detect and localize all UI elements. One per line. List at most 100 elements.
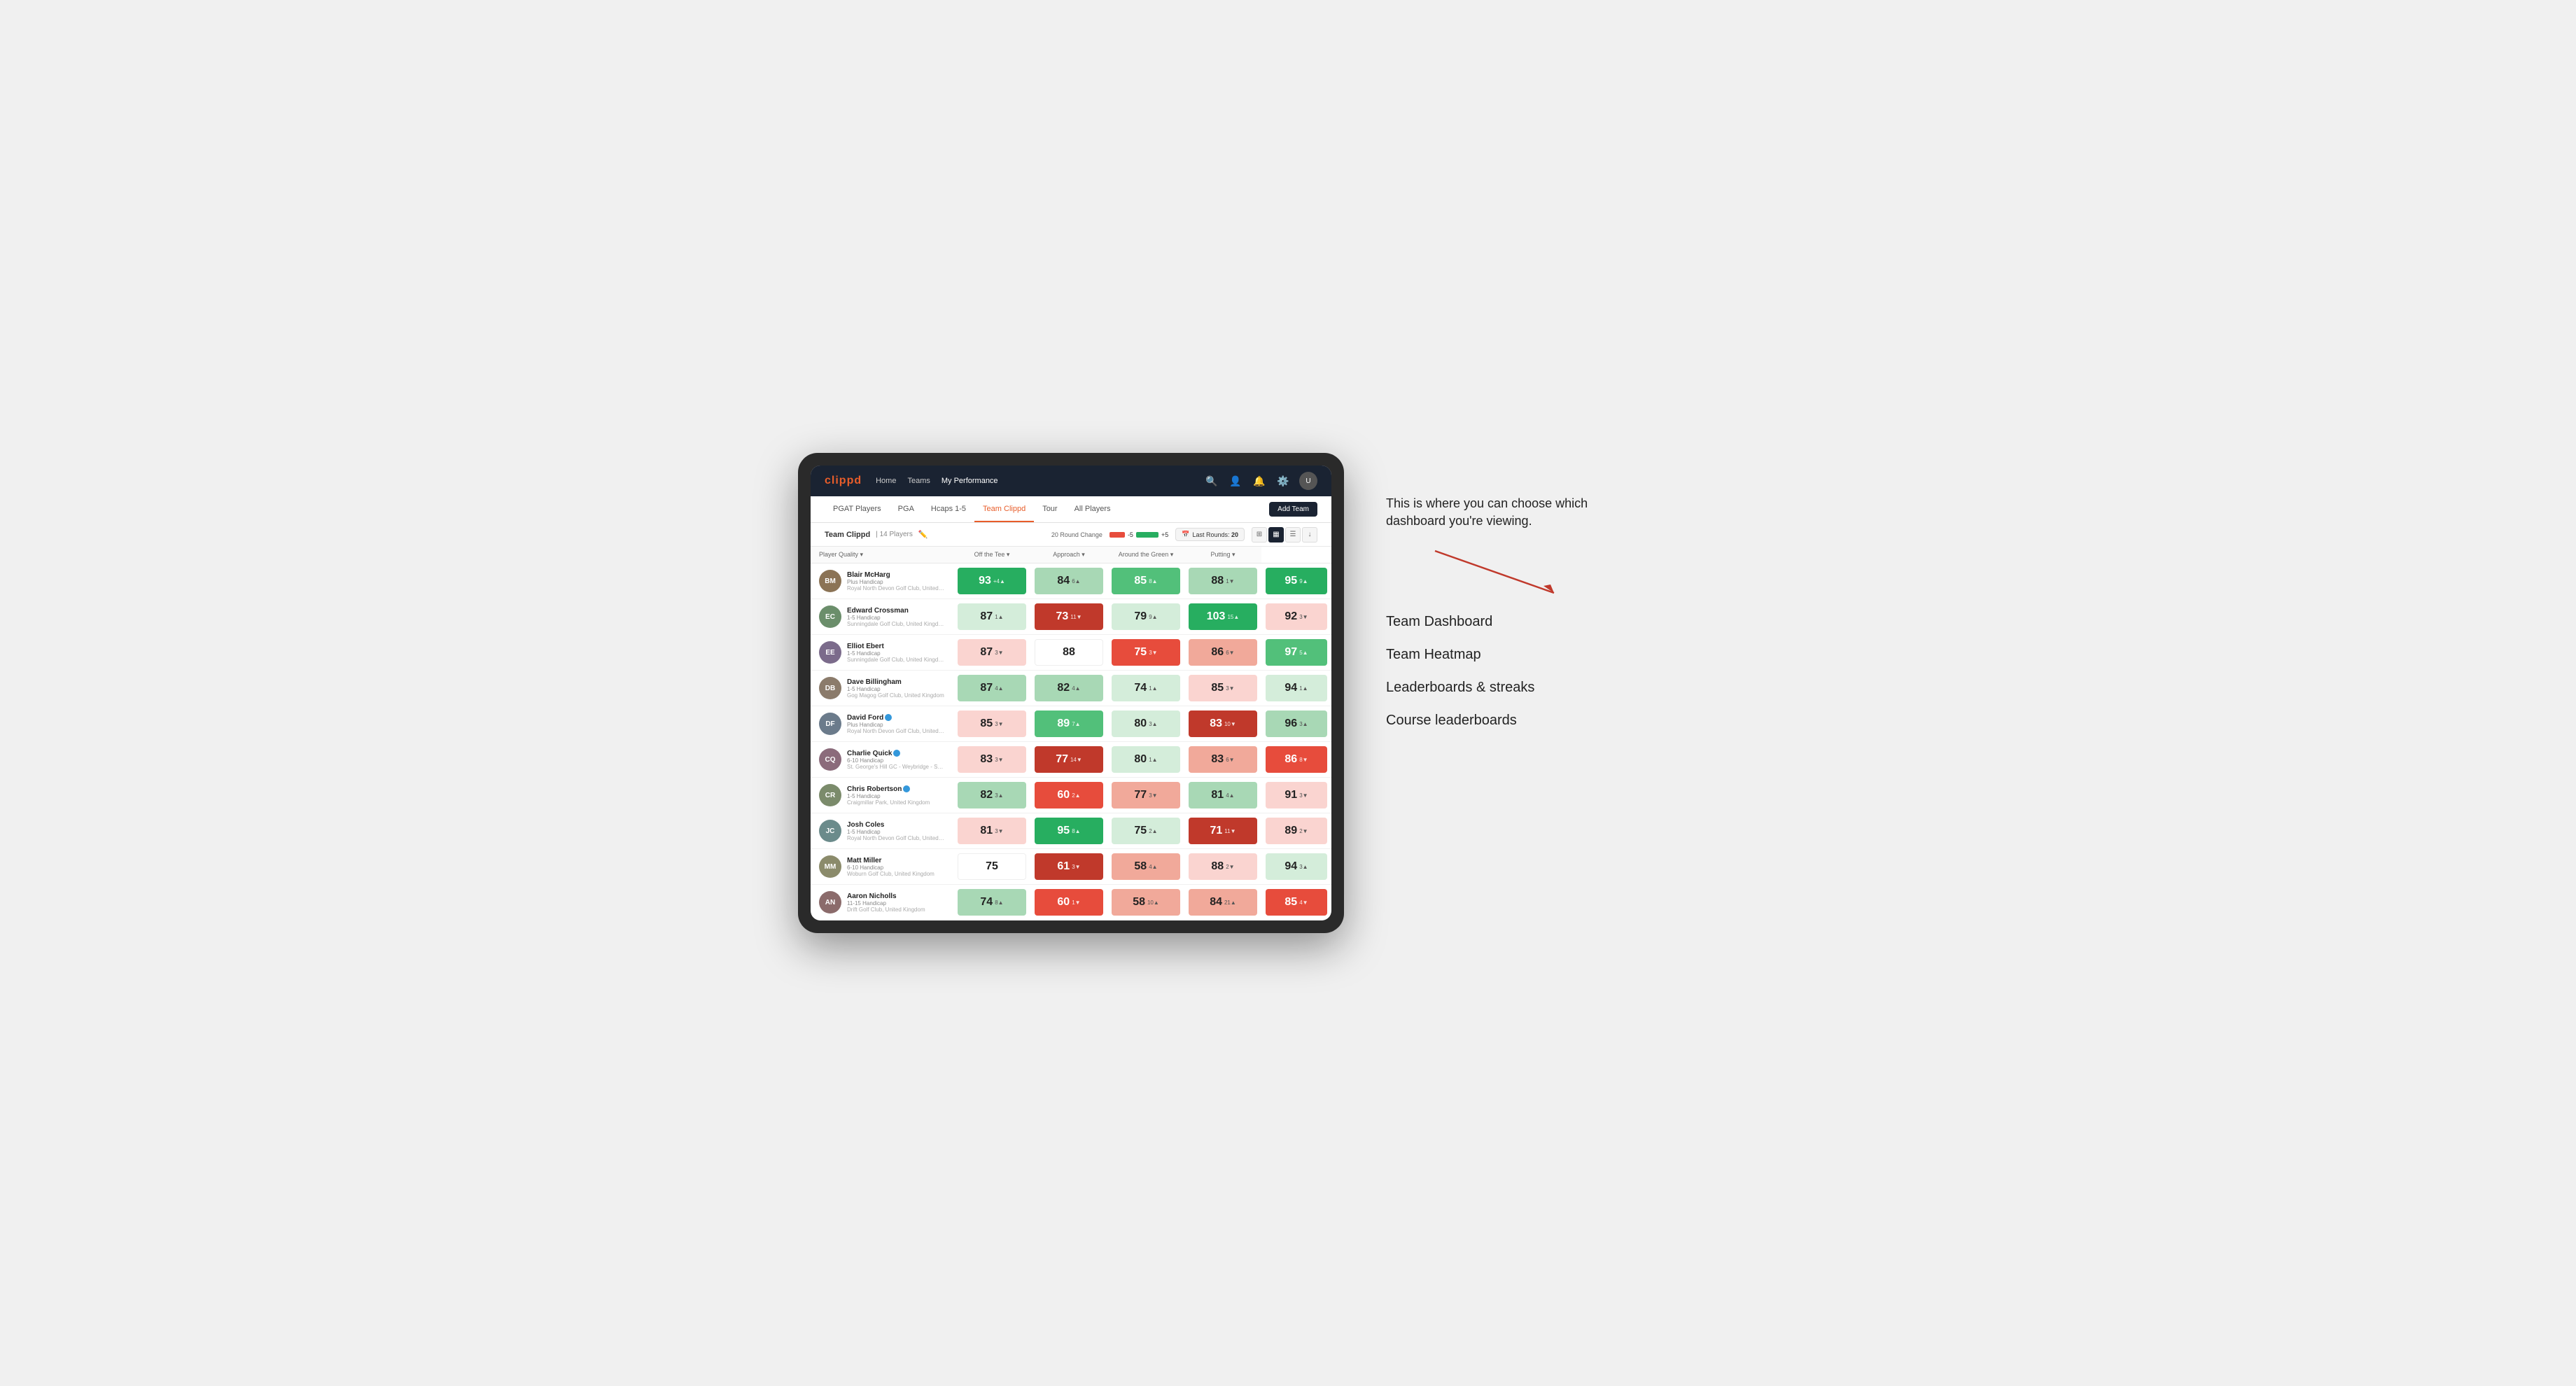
quality-cell: 874▲: [953, 671, 1030, 706]
player-name: Dave Billingham: [847, 678, 944, 686]
table-row[interactable]: EEElliot Ebert1-5 HandicapSunningdale Go…: [811, 635, 1331, 671]
stat-cell: 963▲: [1261, 706, 1331, 742]
col-header-player[interactable]: Player Quality ▾: [811, 547, 953, 564]
grid-view-button[interactable]: ⊞: [1252, 527, 1267, 542]
quality-cell: 873▼: [953, 635, 1030, 671]
player-cell: EEElliot Ebert1-5 HandicapSunningdale Go…: [811, 635, 953, 671]
bar-negative: [1110, 532, 1125, 538]
player-handicap: 1-5 Handicap: [847, 686, 944, 692]
team-header-controls: 20 Round Change -5 +5 📅 Last Rounds: 20 …: [1051, 527, 1317, 542]
bell-icon[interactable]: 🔔: [1252, 473, 1267, 489]
stat-cell: 881▼: [1184, 564, 1261, 599]
sub-nav-team-clippd[interactable]: Team Clippd: [974, 496, 1034, 522]
stat-cell: 613▼: [1030, 849, 1107, 885]
stat-cell: 5810▲: [1107, 885, 1184, 920]
table-row[interactable]: BMBlair McHargPlus HandicapRoyal North D…: [811, 564, 1331, 599]
sub-nav-pgat[interactable]: PGAT Players: [825, 496, 890, 522]
player-cell: JCJosh Coles1-5 HandicapRoyal North Devo…: [811, 813, 953, 849]
avatar[interactable]: U: [1299, 472, 1317, 490]
quality-cell: 871▲: [953, 599, 1030, 635]
table-header: Player Quality ▾ Off the Tee ▾ Approach …: [811, 547, 1331, 564]
stat-cell: 602▲: [1030, 778, 1107, 813]
player-handicap: Plus Handicap: [847, 579, 945, 585]
avatar: CR: [819, 784, 841, 806]
quality-cell: 813▼: [953, 813, 1030, 849]
sub-nav-tour[interactable]: Tour: [1034, 496, 1065, 522]
table-row[interactable]: DFDavid FordPlus HandicapRoyal North Dev…: [811, 706, 1331, 742]
player-cell: ANAaron Nicholls11-15 HandicapDrift Golf…: [811, 885, 953, 920]
download-button[interactable]: ↓: [1302, 527, 1317, 542]
avatar: MM: [819, 855, 841, 878]
nav-my-performance[interactable]: My Performance: [941, 474, 998, 488]
dashboard-item-1: Team Heatmap: [1386, 647, 1596, 663]
stat-cell: 10315▲: [1184, 599, 1261, 635]
stat-cell: 814▲: [1184, 778, 1261, 813]
avatar: DF: [819, 713, 841, 735]
col-header-approach[interactable]: Approach ▾: [1030, 547, 1107, 564]
add-team-button[interactable]: Add Team: [1269, 502, 1317, 517]
verified-icon: [885, 714, 892, 721]
player-handicap: 6-10 Handicap: [847, 864, 934, 871]
player-name: Charlie Quick: [847, 750, 945, 757]
stat-cell: 7111▼: [1184, 813, 1261, 849]
player-handicap: 1-5 Handicap: [847, 650, 945, 657]
stat-cell: 846▲: [1030, 564, 1107, 599]
stat-cell: 584▲: [1107, 849, 1184, 885]
nav-teams[interactable]: Teams: [907, 474, 930, 488]
player-name: Chris Robertson: [847, 785, 930, 793]
player-club: Sunningdale Golf Club, United Kingdom: [847, 657, 945, 663]
player-cell: DBDave Billingham1-5 HandicapGog Magog G…: [811, 671, 953, 706]
player-handicap: 1-5 Handicap: [847, 829, 945, 835]
sub-nav-hcaps[interactable]: Hcaps 1-5: [923, 496, 974, 522]
calendar-icon: 📅: [1182, 531, 1189, 538]
player-name: Elliot Ebert: [847, 643, 945, 650]
table-row[interactable]: JCJosh Coles1-5 HandicapRoyal North Devo…: [811, 813, 1331, 849]
page-wrapper: clippd Home Teams My Performance 🔍 👤 🔔 ⚙…: [798, 453, 1778, 933]
stat-cell: 943▲: [1261, 849, 1331, 885]
stat-cell: 773▼: [1107, 778, 1184, 813]
search-icon[interactable]: 🔍: [1204, 473, 1219, 489]
sub-nav-pga[interactable]: PGA: [890, 496, 923, 522]
tablet-frame: clippd Home Teams My Performance 🔍 👤 🔔 ⚙…: [798, 453, 1344, 933]
stat-cell: 923▼: [1261, 599, 1331, 635]
bar-neg-label: -5: [1128, 531, 1133, 538]
list-view-button[interactable]: ☰: [1285, 527, 1301, 542]
table-row[interactable]: ECEdward Crossman1-5 HandicapSunningdale…: [811, 599, 1331, 635]
last-rounds-button[interactable]: 📅 Last Rounds: 20: [1175, 528, 1245, 541]
heatmap-view-button[interactable]: ▦: [1268, 527, 1284, 542]
stat-cell: 868▼: [1261, 742, 1331, 778]
player-handicap: 11-15 Handicap: [847, 900, 925, 906]
table-row[interactable]: MMMatt Miller6-10 HandicapWoburn Golf Cl…: [811, 849, 1331, 885]
stat-cell: 7311▼: [1030, 599, 1107, 635]
user-icon[interactable]: 👤: [1228, 473, 1243, 489]
team-name: Team Clippd: [825, 531, 870, 539]
player-handicap: 1-5 Handicap: [847, 615, 945, 621]
stat-cell: 853▼: [1184, 671, 1261, 706]
table-row[interactable]: ANAaron Nicholls11-15 HandicapDrift Golf…: [811, 885, 1331, 920]
stat-cell: 836▼: [1184, 742, 1261, 778]
player-club: Royal North Devon Golf Club, United King…: [847, 728, 945, 734]
dashboard-items: Team Dashboard Team Heatmap Leaderboards…: [1386, 614, 1596, 729]
edit-icon[interactable]: ✏️: [918, 530, 928, 539]
player-cell: MMMatt Miller6-10 HandicapWoburn Golf Cl…: [811, 849, 953, 885]
bar-positive: [1136, 532, 1158, 538]
col-header-off-tee[interactable]: Off the Tee ▾: [953, 547, 1030, 564]
col-header-around-green[interactable]: Around the Green ▾: [1107, 547, 1184, 564]
table-row[interactable]: CRChris Robertson1-5 HandicapCraigmillar…: [811, 778, 1331, 813]
player-club: Drift Golf Club, United Kingdom: [847, 906, 925, 913]
nav-home[interactable]: Home: [876, 474, 896, 488]
team-header: Team Clippd | 14 Players ✏️ 20 Round Cha…: [811, 523, 1331, 547]
player-name: Aaron Nicholls: [847, 892, 925, 900]
nav-icons: 🔍 👤 🔔 ⚙️ U: [1204, 472, 1317, 490]
sub-nav-all-players[interactable]: All Players: [1066, 496, 1119, 522]
annotation-intro: This is where you can choose which dashb…: [1386, 495, 1596, 530]
settings-icon[interactable]: ⚙️: [1275, 473, 1291, 489]
player-handicap: 1-5 Handicap: [847, 793, 930, 799]
table-row[interactable]: CQCharlie Quick6-10 HandicapSt. George's…: [811, 742, 1331, 778]
table-row[interactable]: DBDave Billingham1-5 HandicapGog Magog G…: [811, 671, 1331, 706]
nav-links: Home Teams My Performance: [876, 474, 1190, 488]
col-header-putting[interactable]: Putting ▾: [1184, 547, 1261, 564]
avatar: CQ: [819, 748, 841, 771]
stat-cell: 741▲: [1107, 671, 1184, 706]
avatar: EC: [819, 606, 841, 628]
